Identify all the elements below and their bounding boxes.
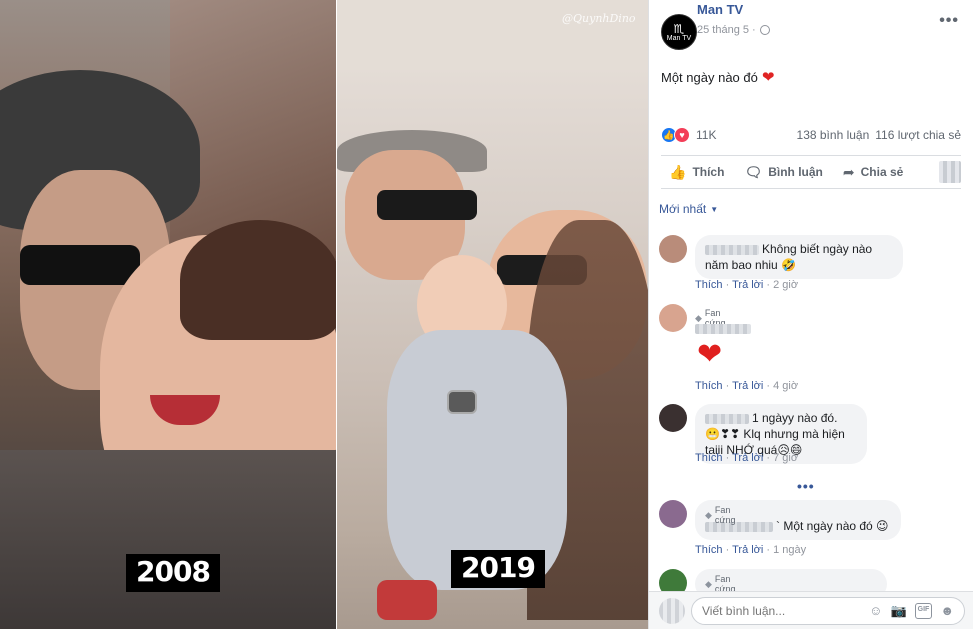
commenter-avatar[interactable]	[659, 404, 687, 432]
comment-like-link[interactable]: Thích	[695, 544, 723, 556]
comment-like-link[interactable]: Thích	[695, 279, 723, 291]
comment-time: 1 ngày	[773, 544, 807, 556]
more-replies-button[interactable]: •••	[797, 478, 815, 494]
gif-icon[interactable]: GIF	[914, 603, 933, 619]
reaction-icons[interactable]: 👍 ♥	[661, 127, 690, 143]
post-header: ♏ Man TV	[661, 14, 697, 50]
photo-watermark: @QuynhDino	[562, 12, 636, 25]
post-stats: 👍 ♥ 11K 138 bình luận 116 lượt chia sẻ	[661, 126, 961, 144]
love-reaction-icon: ♥	[674, 127, 690, 143]
sort-label: Mới nhất	[659, 202, 707, 216]
commenter-avatar[interactable]	[659, 304, 687, 332]
share-label: Chia sẻ	[860, 165, 904, 179]
caret-down-icon: ▼	[710, 204, 719, 214]
comment-reply-link[interactable]: Trả lời	[732, 279, 763, 291]
current-user-avatar	[659, 598, 685, 624]
fan-badge: ◆ Fan cứng	[705, 505, 735, 525]
post-caption: Một ngày nào đó ❤	[661, 68, 774, 86]
comment-actions: Thích · Trả lời · 7 giờ	[695, 452, 799, 464]
comment-time: 2 giờ	[773, 279, 799, 291]
diamond-icon: ◆	[695, 312, 702, 323]
post-timestamp[interactable]: 25 tháng 5 ·	[697, 24, 770, 36]
heart-emoji: ❤	[761, 69, 775, 86]
share-arrow-icon: ➦	[842, 163, 855, 180]
timestamp-text: 25 tháng 5 ·	[697, 24, 756, 36]
comment-composer: ☺ 📷 GIF ☻	[649, 591, 973, 629]
like-label: Thích	[692, 165, 725, 179]
baby-shoe	[377, 580, 437, 620]
comment-label: Bình luận	[768, 165, 823, 179]
sunglasses	[377, 190, 477, 220]
sticker-icon[interactable]: ☻	[940, 603, 954, 619]
year-label-left: 2008	[126, 554, 220, 592]
comment-bubble: Không biết ngày nào năm bao nhiu 🤣	[695, 235, 903, 279]
globe-icon	[759, 25, 770, 35]
scorpion-logo-icon: ♏	[673, 21, 685, 36]
commenter-name-pixelated[interactable]	[695, 324, 751, 334]
comment-actions: Thích · Trả lời · 4 giờ	[695, 380, 799, 392]
avatar-text: Man TV	[666, 34, 692, 42]
share-count[interactable]: 116 lượt chia sẻ	[875, 128, 961, 142]
camera-icon[interactable]: 📷	[890, 603, 906, 619]
comment-actions: Thích · Trả lời · 1 ngày	[695, 544, 807, 556]
diamond-icon: ◆	[705, 509, 712, 520]
emoji-icon[interactable]: ☺	[869, 603, 882, 619]
commenter-name-pixelated[interactable]	[705, 244, 759, 255]
post-options-button[interactable]: •••	[939, 12, 959, 30]
comment-input[interactable]	[702, 604, 870, 618]
comment-input-wrapper[interactable]: ☺ 📷 GIF ☻	[691, 597, 965, 625]
commenter-avatar[interactable]	[659, 500, 687, 528]
year-label-right: 2019	[451, 550, 545, 588]
heart-emoji: ❤	[697, 338, 723, 371]
diamond-icon: ◆	[705, 578, 712, 589]
page-name-link[interactable]: Man TV	[697, 2, 743, 17]
comment-time: 7 giờ	[773, 452, 799, 464]
comment-button[interactable]: 🗨 Bình luận	[734, 164, 832, 181]
comment-count[interactable]: 138 bình luận	[797, 128, 870, 142]
comment-time: 4 giờ	[773, 380, 799, 392]
pixelated-avatar	[939, 161, 961, 183]
comment-reply-link[interactable]: Trả lời	[732, 544, 763, 556]
comment-actions: Thích · Trả lời · 2 giờ	[695, 279, 799, 291]
comment-like-link[interactable]: Thích	[695, 452, 723, 464]
sunglasses	[20, 245, 140, 285]
photo-panel-2008: 2008	[0, 0, 336, 629]
comment-like-link[interactable]: Thích	[695, 380, 723, 392]
composer-icons: ☺ 📷 GIF ☻	[869, 603, 964, 619]
photo-panel-2019: 2019	[337, 0, 648, 629]
ceiling	[337, 0, 648, 70]
comment-reply-link[interactable]: Trả lời	[732, 452, 763, 464]
jacket	[0, 450, 336, 629]
post-action-bar: 👍 Thích 🗨 Bình luận ➦ Chia sẻ	[661, 155, 961, 189]
woman-hair	[180, 220, 336, 340]
commenter-name-pixelated[interactable]	[705, 413, 749, 424]
thumbs-up-icon: 👍	[669, 163, 687, 180]
commenter-avatar[interactable]	[659, 235, 687, 263]
share-button[interactable]: ➦ Chia sẻ	[833, 164, 913, 181]
comment-bubble-icon: 🗨	[744, 163, 763, 180]
page-avatar[interactable]: ♏ Man TV	[661, 14, 697, 50]
like-button[interactable]: 👍 Thích	[661, 164, 734, 181]
caption-text: Một ngày nào đó	[661, 69, 758, 85]
fan-badge-label: Fan cứng	[714, 505, 736, 525]
facebook-photo-viewer: 2008 2019 @QuynhDino ♏ Man TV Man TV 25 …	[0, 0, 973, 629]
wristwatch	[447, 390, 477, 414]
comment-reply-link[interactable]: Trả lời	[732, 380, 763, 392]
reaction-count[interactable]: 11K	[696, 128, 716, 142]
post-sidebar: ♏ Man TV Man TV 25 tháng 5 · ••• Một ngà…	[648, 0, 973, 629]
comment-sort-dropdown[interactable]: Mới nhất ▼	[659, 202, 718, 216]
comment-text: ` Một ngày nào đó 😉	[776, 519, 889, 533]
post-photo[interactable]: 2008 2019 @QuynhDino	[0, 0, 648, 629]
